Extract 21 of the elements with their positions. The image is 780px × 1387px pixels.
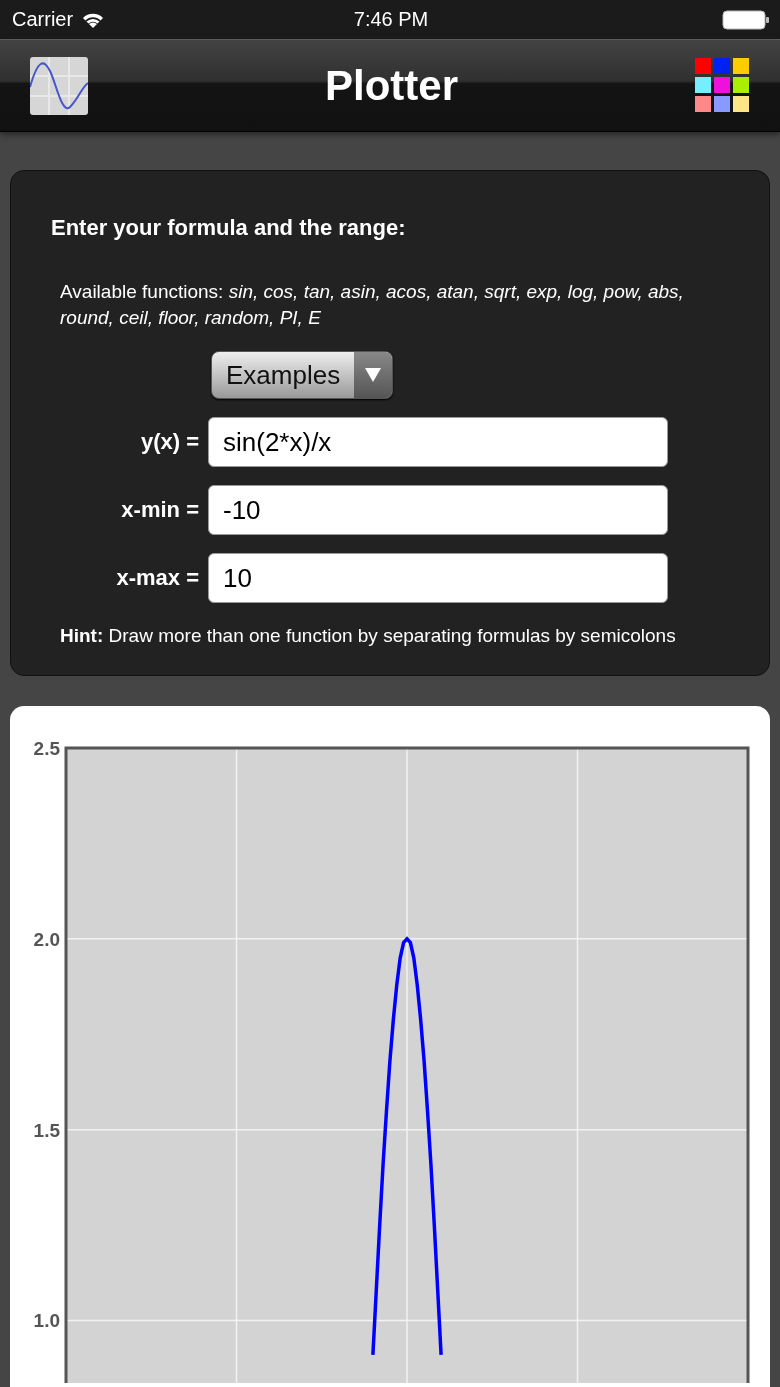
input-field[interactable]: 10 — [208, 553, 668, 603]
y-tick-label: 1.0 — [33, 1310, 60, 1332]
field-label: y(x) = — [139, 429, 199, 455]
y-tick-label: 2.5 — [33, 738, 60, 759]
clock-time: 7:46 PM — [353, 8, 429, 30]
input-field[interactable]: -10 — [208, 485, 668, 535]
field-label: x-max = — [115, 565, 199, 591]
field-label: x-min = — [120, 497, 199, 523]
app-title: Plotter — [325, 61, 458, 110]
functions-note: Available functions: sin, cos, tan, asin, acos, atan, sqrt, exp, log, pow, abs, round, ceil, floor, random, PI, E — [60, 280, 685, 330]
y-tick-label: 1.5 — [33, 1119, 60, 1141]
battery-icon — [722, 9, 770, 30]
caret-icon — [365, 368, 382, 382]
hint-text: Hint: Draw more than one function by separating formulas by semicolons — [60, 625, 677, 647]
graph-thumbnail-icon[interactable] — [30, 56, 88, 115]
y-tick-label: 2.0 — [33, 928, 60, 950]
carrier-label: Carrier — [12, 8, 74, 31]
form-heading: Enter your formula and the range: — [51, 215, 407, 241]
color-grid-icon[interactable] — [695, 58, 750, 113]
input-field[interactable]: sin(2*x)/x — [208, 417, 668, 467]
examples-dropdown[interactable]: Examples — [211, 351, 394, 399]
